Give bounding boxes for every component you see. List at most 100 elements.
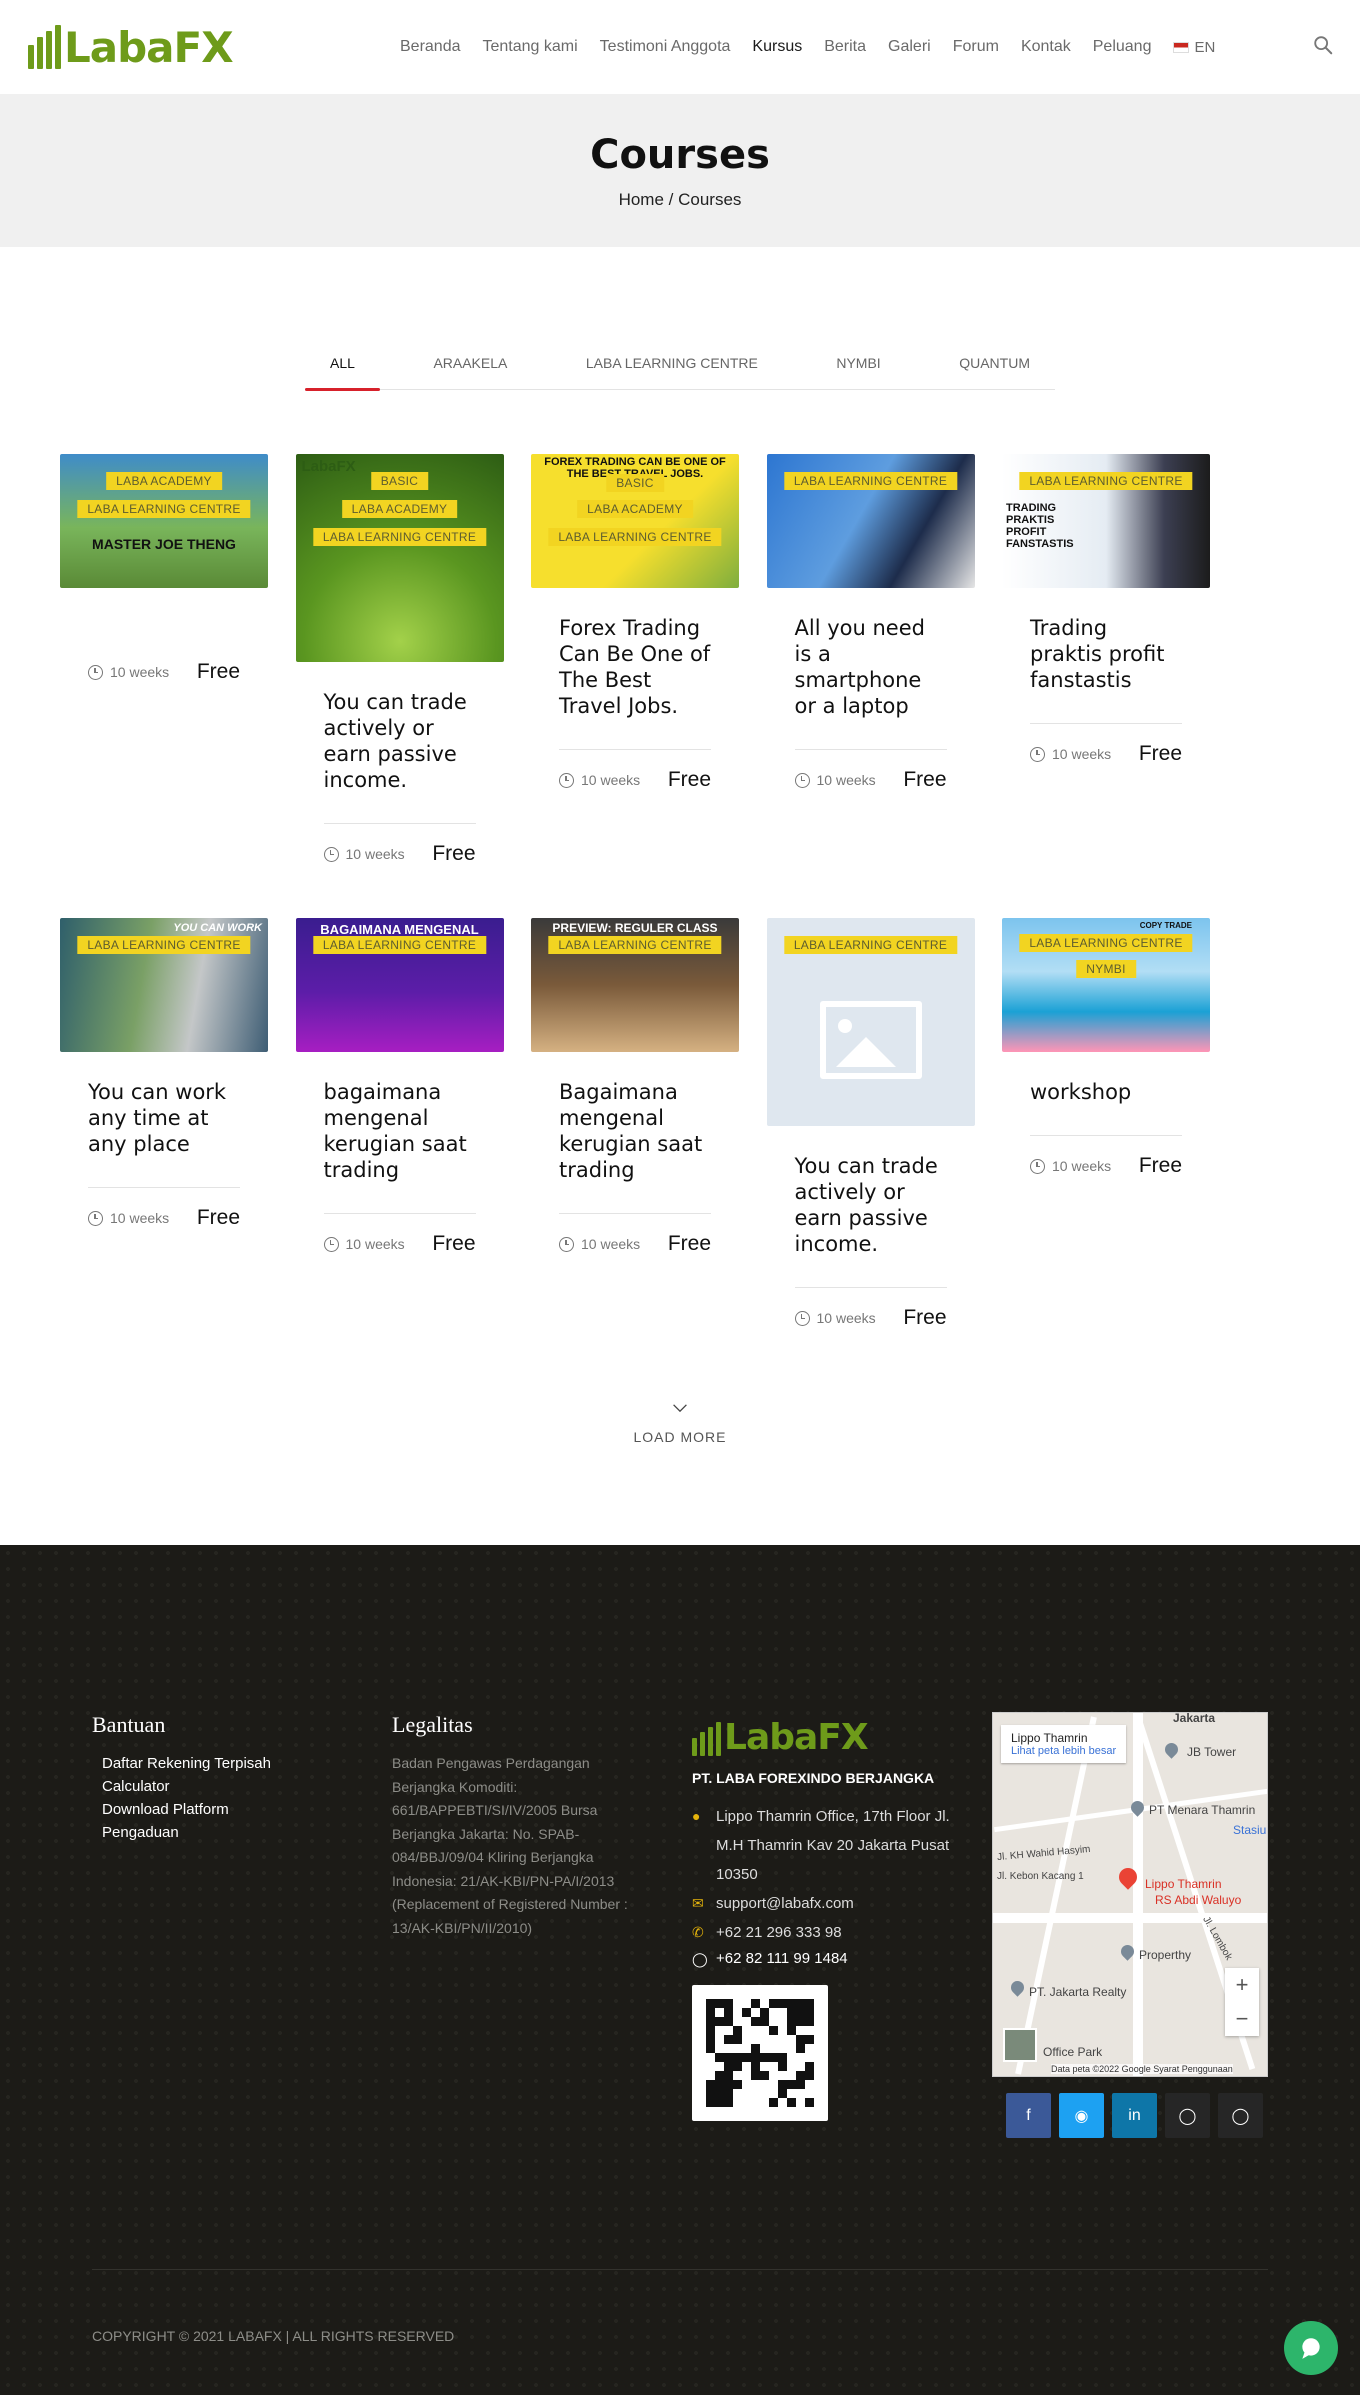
load-more-label: LOAD MORE bbox=[633, 1429, 727, 1445]
linkedin-icon[interactable]: in bbox=[1112, 2093, 1157, 2138]
tab-laba-learning-centre[interactable]: LABA LEARNING CENTRE bbox=[561, 355, 783, 389]
company-whatsapp[interactable]: ◯ +62 82 111 99 1484 bbox=[692, 1947, 992, 1971]
course-price: Free bbox=[903, 768, 947, 791]
course-card[interactable]: LABA LEARNING CENTRE You can trade activ… bbox=[766, 918, 975, 1330]
us-flag-icon bbox=[1173, 41, 1190, 53]
course-card[interactable]: LabaFX BASIC LABA ACADEMY LABA LEARNING … bbox=[295, 454, 504, 866]
course-card[interactable]: FOREX TRADING CAN BE ONE OF THE BEST TRA… bbox=[531, 454, 739, 792]
twitter-icon[interactable]: ◉ bbox=[1059, 2093, 1104, 2138]
nav-kontak[interactable]: Kontak bbox=[1021, 38, 1071, 56]
instagram-icon[interactable]: ◯ bbox=[1165, 2093, 1210, 2138]
search-icon[interactable] bbox=[1312, 34, 1334, 56]
map-label: Jakarta bbox=[1173, 1712, 1216, 1725]
language-switcher[interactable]: EN bbox=[1173, 39, 1215, 56]
course-thumbnail[interactable]: COPY TRADE LABA LEARNING CENTRE NYMBI bbox=[1002, 918, 1210, 1052]
tab-quantum[interactable]: QUANTUM bbox=[934, 355, 1055, 389]
map-label: RS Abdi Waluyo bbox=[1155, 1893, 1242, 1907]
course-price: Free bbox=[432, 842, 476, 865]
tab-nymbi[interactable]: NYMBI bbox=[811, 355, 905, 389]
course-thumbnail[interactable]: LABA LEARNING CENTRE TRADING PRAKTIS PRO… bbox=[1002, 454, 1210, 588]
nav-beranda[interactable]: Beranda bbox=[400, 38, 461, 56]
footer-link-calculator[interactable]: Calculator bbox=[102, 1775, 392, 1798]
course-thumbnail[interactable]: YOU CAN WORK LABA LEARNING CENTRE bbox=[60, 918, 268, 1052]
course-card[interactable]: PREVIEW: REGULER CLASS LABA LEARNING CEN… bbox=[531, 918, 739, 1256]
chevron-down-icon bbox=[673, 1404, 687, 1413]
footer-link-daftar-rekening[interactable]: Daftar Rekening Terpisah bbox=[102, 1752, 392, 1775]
course-tag: BASIC bbox=[606, 474, 664, 492]
thumbnail-text: MASTER JOE THENG bbox=[92, 536, 236, 552]
footer-link-download-platform[interactable]: Download Platform bbox=[102, 1798, 392, 1821]
course-duration: 10 weeks bbox=[559, 772, 640, 788]
thumbnail-text: COPY TRADE bbox=[1139, 921, 1192, 930]
map-label: Office Park bbox=[1043, 2045, 1103, 2059]
zoom-out-button[interactable]: − bbox=[1225, 2002, 1259, 2036]
main-nav: Beranda Tentang kami Testimoni Anggota K… bbox=[400, 0, 1215, 94]
clock-icon bbox=[1030, 1158, 1045, 1174]
load-more-button[interactable]: LOAD MORE bbox=[0, 1400, 1360, 1445]
course-thumbnail[interactable]: LabaFX BASIC LABA ACADEMY LABA LEARNING … bbox=[295, 454, 504, 662]
course-thumbnail[interactable]: BAGAIMANA MENGENAL LABA LEARNING CENTRE bbox=[295, 918, 504, 1052]
nav-forum[interactable]: Forum bbox=[953, 38, 999, 56]
course-title[interactable]: Forex Trading Can Be One of The Best Tra… bbox=[559, 615, 711, 750]
zoom-in-button[interactable]: + bbox=[1225, 1968, 1259, 2002]
course-tag: LABA LEARNING CENTRE bbox=[312, 936, 487, 954]
nav-peluang[interactable]: Peluang bbox=[1093, 38, 1152, 56]
map-attribution: Data peta ©2022 Google Syarat Penggunaan bbox=[1051, 2064, 1233, 2074]
map-label: Lippo Thamrin bbox=[1145, 1877, 1222, 1891]
nav-testimoni-anggota[interactable]: Testimoni Anggota bbox=[600, 38, 731, 56]
course-card[interactable]: COPY TRADE LABA LEARNING CENTRE NYMBI wo… bbox=[1002, 918, 1210, 1178]
map-satellite-toggle[interactable] bbox=[1003, 2028, 1037, 2062]
course-price: Free bbox=[196, 660, 240, 683]
instagram-icon[interactable]: ◯ bbox=[1218, 2093, 1263, 2138]
course-card[interactable]: LABA LEARNING CENTRE TRADING PRAKTIS PRO… bbox=[1002, 454, 1210, 766]
course-thumbnail[interactable]: LABA ACADEMY LABA LEARNING CENTRE MASTER… bbox=[60, 454, 268, 588]
tab-araakela[interactable]: ARAAKELA bbox=[408, 355, 532, 389]
nav-tentang-kami[interactable]: Tentang kami bbox=[483, 38, 578, 56]
course-title[interactable]: bagaimana mengenal kerugian saat trading bbox=[323, 1079, 476, 1214]
course-title[interactable]: You can work any time at any place bbox=[88, 1079, 240, 1188]
nav-kursus[interactable]: Kursus bbox=[752, 38, 802, 56]
course-duration: 10 weeks bbox=[794, 772, 876, 788]
course-card[interactable]: BAGAIMANA MENGENAL LABA LEARNING CENTRE … bbox=[295, 918, 504, 1256]
course-price: Free bbox=[667, 768, 711, 791]
course-card[interactable]: YOU CAN WORK LABA LEARNING CENTRE You ca… bbox=[60, 918, 268, 1230]
map-larger-link[interactable]: Lihat peta lebih besar bbox=[1011, 1745, 1116, 1757]
course-title[interactable]: You can trade actively or earn passive i… bbox=[323, 689, 476, 824]
course-duration: 10 weeks bbox=[323, 1236, 405, 1252]
course-title[interactable]: You can trade actively or earn passive i… bbox=[794, 1153, 947, 1288]
site-logo[interactable]: LabaFX bbox=[28, 23, 234, 72]
course-price: Free bbox=[432, 1232, 476, 1255]
map-label: Jl. KH Wahid Hasyim bbox=[996, 1843, 1091, 1864]
nav-galeri[interactable]: Galeri bbox=[888, 38, 931, 56]
site-footer: Bantuan Daftar Rekening Terpisah Calcula… bbox=[0, 1545, 1360, 2395]
breadcrumb[interactable]: Home / Courses bbox=[0, 190, 1360, 210]
course-tag: LABA LEARNING CENTRE bbox=[77, 936, 251, 954]
nav-berita[interactable]: Berita bbox=[824, 38, 866, 56]
course-card[interactable]: LABA ACADEMY LABA LEARNING CENTRE MASTER… bbox=[60, 454, 268, 684]
course-thumbnail[interactable]: PREVIEW: REGULER CLASS LABA LEARNING CEN… bbox=[531, 918, 739, 1052]
company-email[interactable]: ✉ support@labafx.com bbox=[692, 1889, 992, 1918]
course-thumbnail[interactable]: LABA LEARNING CENTRE bbox=[766, 454, 975, 588]
footer-link-pengaduan[interactable]: Pengaduan bbox=[102, 1821, 392, 1844]
map-pin-icon bbox=[1008, 1978, 1027, 1997]
embedded-map[interactable]: Lippo Thamrin Lihat peta lebih besar Jak… bbox=[992, 1712, 1268, 2077]
tab-all[interactable]: ALL bbox=[305, 355, 380, 391]
facebook-icon[interactable]: f bbox=[1006, 2093, 1051, 2138]
course-duration: 10 weeks bbox=[1030, 746, 1111, 762]
course-thumbnail[interactable]: FOREX TRADING CAN BE ONE OF THE BEST TRA… bbox=[531, 454, 739, 588]
chat-bubble-icon[interactable] bbox=[1284, 2321, 1338, 2375]
course-title[interactable]: Trading praktis profit fanstastis bbox=[1030, 615, 1182, 724]
course-price: Free bbox=[1138, 1154, 1182, 1177]
course-tag: LABA ACADEMY bbox=[106, 472, 222, 490]
course-card[interactable]: LABA LEARNING CENTRE All you need is a s… bbox=[766, 454, 975, 792]
map-marker-icon: ● bbox=[692, 1808, 701, 1824]
logo-text: LabaFX bbox=[64, 23, 234, 72]
course-title[interactable]: Bagaimana mengenal kerugian saat trading bbox=[559, 1079, 711, 1214]
course-title[interactable]: workshop bbox=[1030, 1079, 1182, 1136]
map-place-card[interactable]: Lippo Thamrin Lihat peta lebih besar bbox=[1001, 1725, 1127, 1763]
course-title[interactable]: All you need is a smartphone or a laptop bbox=[794, 615, 947, 750]
company-phone[interactable]: ✆ +62 21 296 333 98 bbox=[692, 1918, 992, 1947]
course-thumbnail[interactable]: LABA LEARNING CENTRE bbox=[766, 918, 975, 1126]
map-pin-icon bbox=[1128, 1798, 1147, 1817]
whatsapp-icon: ◯ bbox=[692, 1951, 708, 1967]
